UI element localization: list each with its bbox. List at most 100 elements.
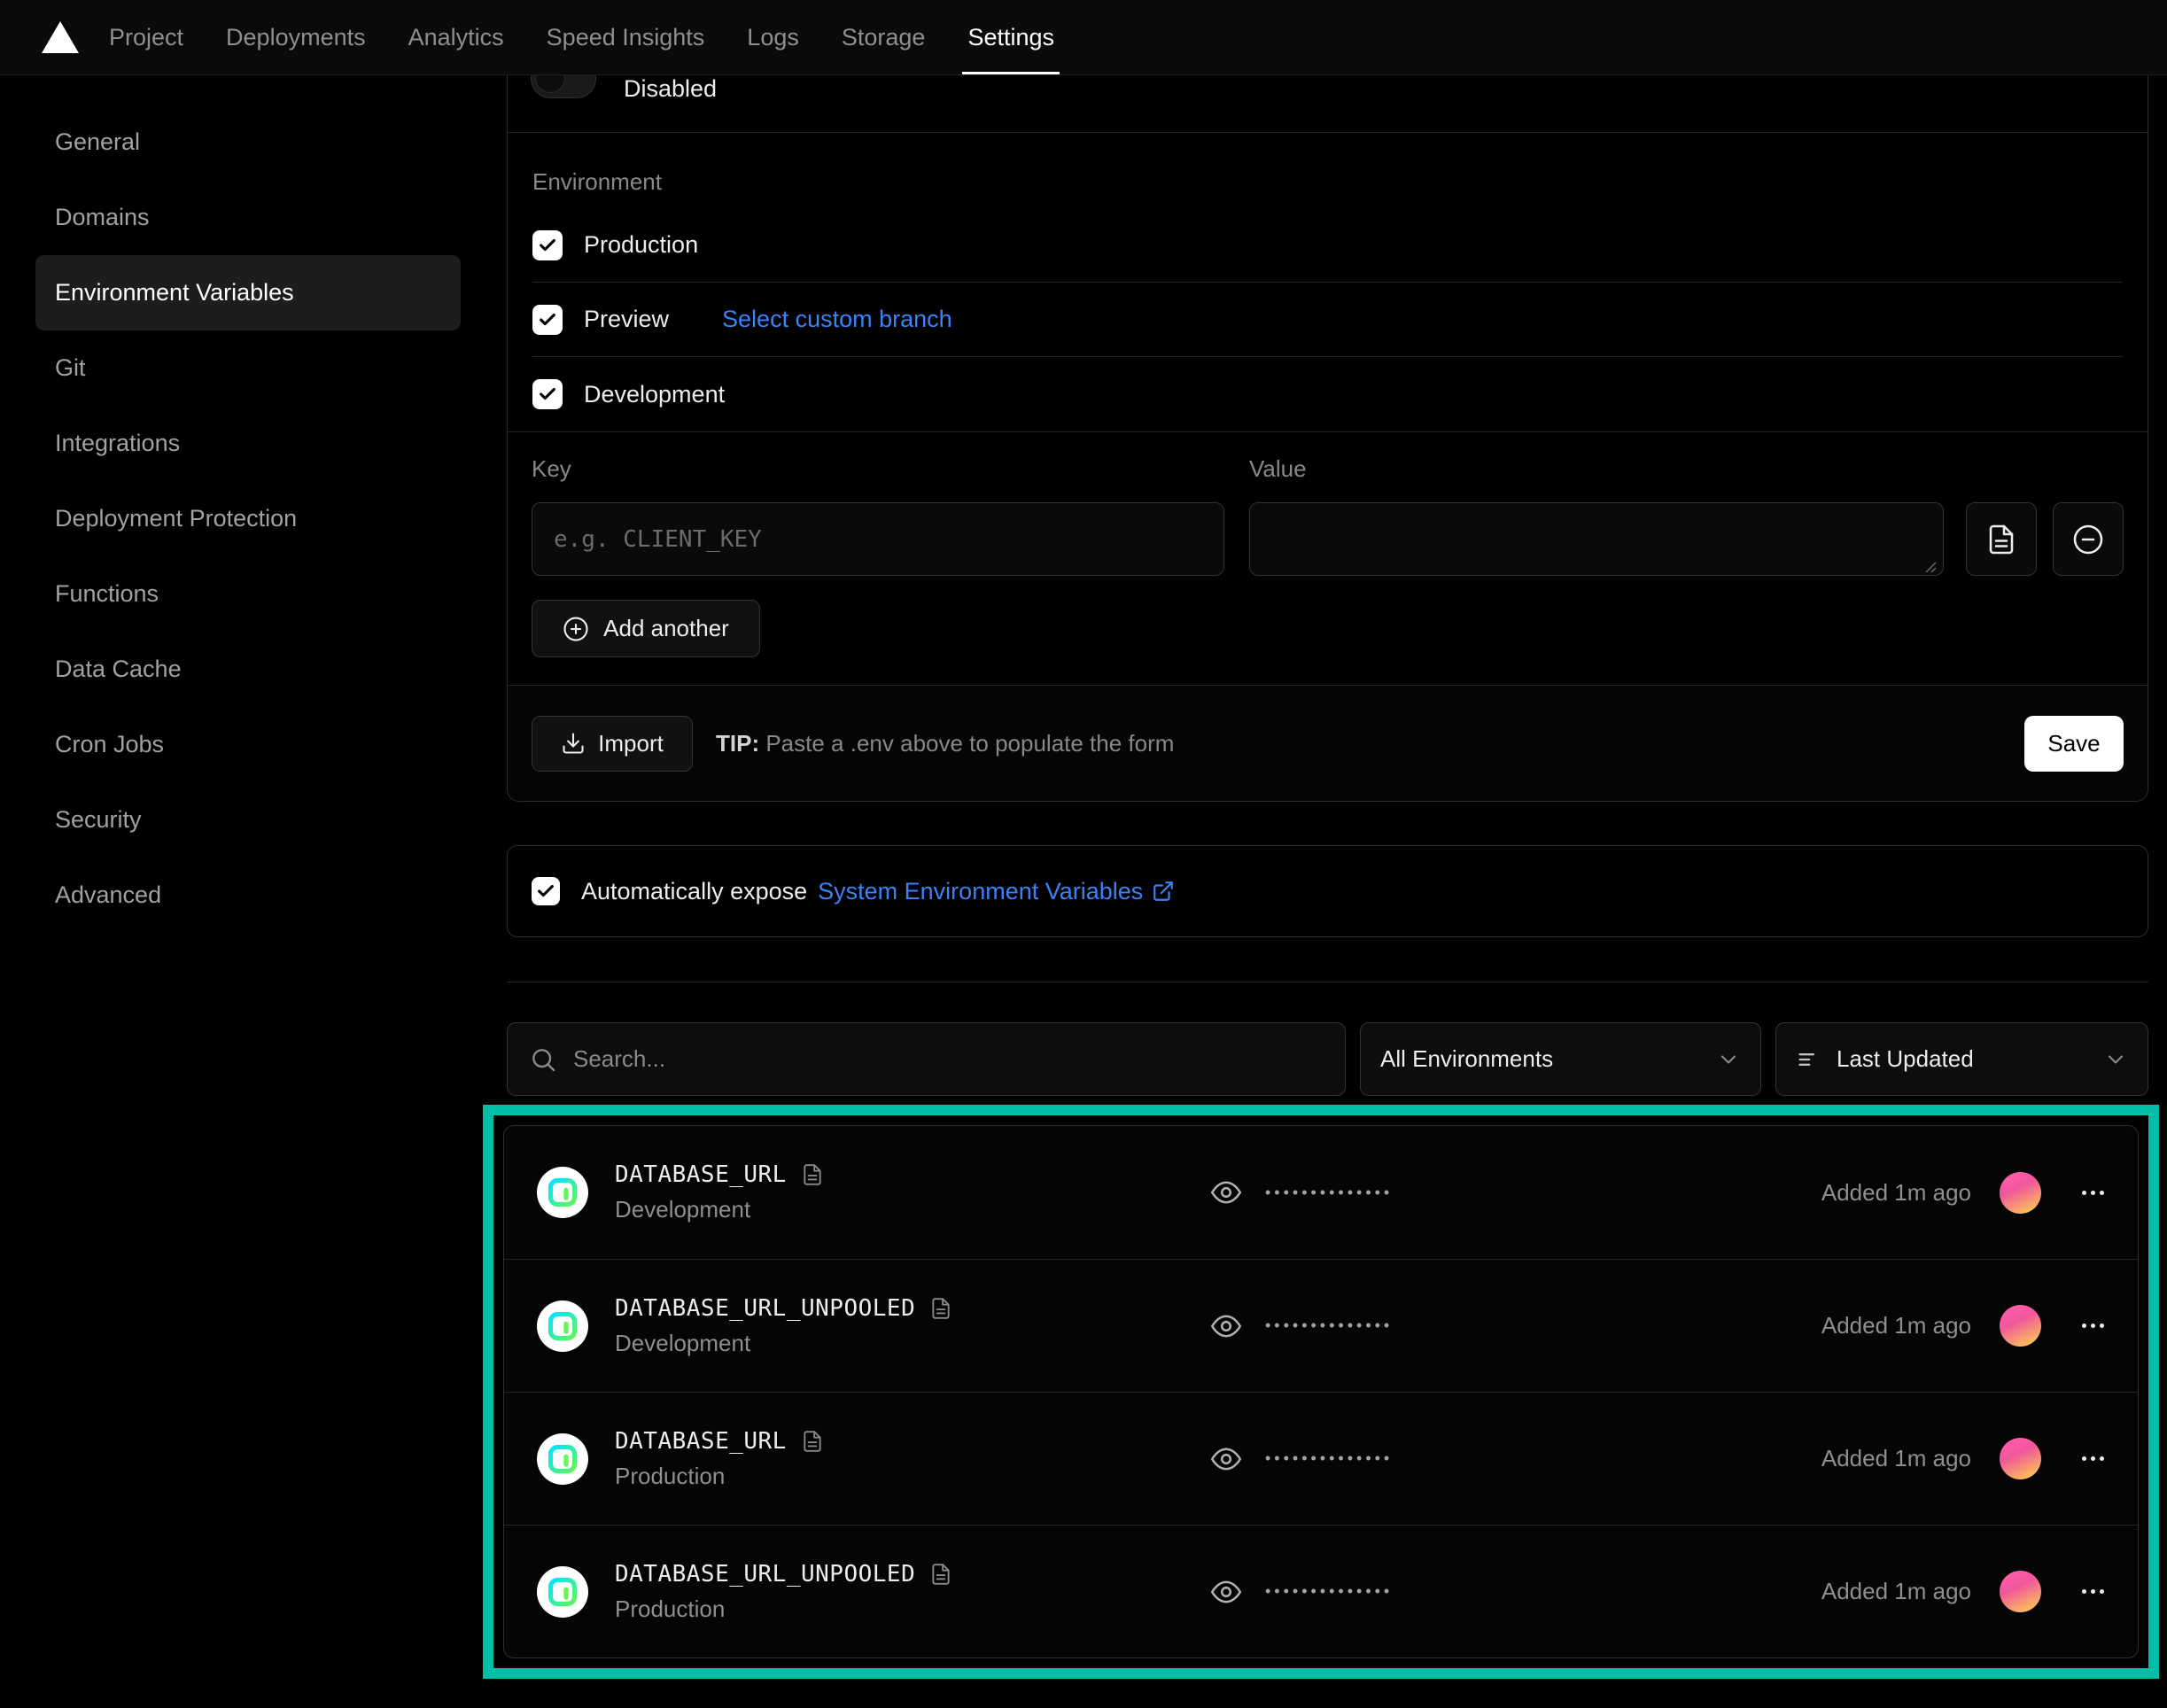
sidebar-item-data-cache[interactable]: Data Cache	[35, 632, 461, 707]
env-var-name: DATABASE_URL	[615, 1161, 787, 1188]
tip-body: Paste a .env above to populate the form	[765, 730, 1174, 757]
env-var-value-group: ••••••••••••••	[1210, 1176, 1393, 1208]
tab-project[interactable]: Project	[109, 0, 183, 74]
select-custom-branch-link[interactable]: Select custom branch	[722, 306, 952, 333]
env-var-environment: Production	[615, 1595, 952, 1623]
environment-section-label: Environment	[532, 168, 2123, 196]
sidebar-item-functions[interactable]: Functions	[35, 556, 461, 632]
check-icon	[538, 236, 557, 255]
search-box	[507, 1022, 1346, 1096]
resize-handle-icon[interactable]	[1925, 562, 1937, 573]
env-var-meta: Added 1m ago	[1821, 1305, 2106, 1347]
check-icon	[538, 310, 557, 330]
tab-deployments[interactable]: Deployments	[226, 0, 366, 74]
preview-checkbox[interactable]	[532, 305, 563, 335]
env-vars-list: DATABASE_URL Development ••••••••••••••	[503, 1125, 2139, 1658]
tab-analytics[interactable]: Analytics	[408, 0, 504, 74]
key-input[interactable]	[532, 502, 1224, 576]
env-var-identity: DATABASE_URL_UNPOOLED Development	[615, 1295, 952, 1357]
import-button[interactable]: Import	[532, 716, 693, 772]
vercel-logo-icon[interactable]	[42, 21, 79, 53]
highlight-annotation-frame: DATABASE_URL Development ••••••••••••••	[483, 1105, 2159, 1679]
eye-icon[interactable]	[1210, 1443, 1242, 1475]
value-input[interactable]	[1249, 502, 1944, 576]
env-var-meta: Added 1m ago	[1821, 1438, 2106, 1479]
environment-filter-dropdown[interactable]: All Environments	[1360, 1022, 1761, 1096]
expose-label: Automatically expose	[581, 878, 807, 905]
row-menu-button[interactable]	[2080, 1448, 2106, 1470]
added-timestamp: Added 1m ago	[1821, 1312, 1971, 1339]
env-var-identity: DATABASE_URL Production	[615, 1428, 824, 1490]
sidebar-item-advanced[interactable]: Advanced	[35, 858, 461, 933]
note-icon[interactable]	[801, 1163, 824, 1186]
expose-system-env-box: Automatically expose System Environment …	[507, 845, 2148, 937]
disabled-toggle[interactable]	[531, 75, 596, 98]
check-icon	[536, 881, 555, 901]
minus-circle-icon	[2072, 524, 2104, 555]
preview-row: Preview Select custom branch	[532, 283, 2123, 357]
eye-icon[interactable]	[1210, 1310, 1242, 1342]
row-menu-button[interactable]	[2080, 1315, 2106, 1337]
key-value-labels: Key Value	[532, 455, 2124, 483]
tip-label: TIP:	[716, 730, 759, 757]
tab-settings[interactable]: Settings	[967, 0, 1054, 74]
env-var-meta: Added 1m ago	[1821, 1571, 2106, 1612]
env-var-meta: Added 1m ago	[1821, 1172, 2106, 1214]
note-icon[interactable]	[801, 1430, 824, 1453]
user-avatar	[2000, 1438, 2041, 1479]
masked-value: ••••••••••••••	[1265, 1316, 1393, 1335]
sidebar-item-deployment-protection[interactable]: Deployment Protection	[35, 481, 461, 556]
neon-integration-icon	[537, 1300, 588, 1352]
env-var-environment: Production	[615, 1463, 824, 1490]
key-value-section: Key Value	[508, 432, 2148, 657]
search-input[interactable]	[573, 1045, 1324, 1073]
toggle-knob	[535, 75, 565, 93]
neon-integration-icon	[537, 1566, 588, 1618]
tab-storage[interactable]: Storage	[842, 0, 926, 74]
neon-integration-icon	[537, 1167, 588, 1218]
user-avatar	[2000, 1305, 2041, 1347]
sort-value: Last Updated	[1837, 1045, 1974, 1073]
add-another-button[interactable]: Add another	[532, 600, 760, 657]
production-checkbox[interactable]	[532, 230, 563, 260]
row-menu-button[interactable]	[2080, 1182, 2106, 1204]
paste-env-file-button[interactable]	[1966, 502, 2037, 576]
add-env-var-card: Disabled Environment Production	[507, 75, 2148, 802]
env-var-row: DATABASE_URL Production ••••••••••••••	[504, 1392, 2138, 1525]
row-menu-button[interactable]	[2080, 1580, 2106, 1603]
main-content: Disabled Environment Production	[507, 75, 2148, 1679]
save-button[interactable]: Save	[2024, 716, 2124, 772]
download-icon	[561, 731, 586, 756]
sidebar-item-general[interactable]: General	[35, 105, 461, 180]
sidebar-item-integrations[interactable]: Integrations	[35, 406, 461, 481]
development-checkbox[interactable]	[532, 379, 563, 409]
toggle-label: Disabled	[624, 75, 717, 103]
env-var-row: DATABASE_URL_UNPOOLED Development ••••••…	[504, 1259, 2138, 1392]
system-env-vars-link[interactable]: System Environment Variables	[818, 878, 1175, 905]
tab-speed-insights[interactable]: Speed Insights	[547, 0, 705, 74]
expose-checkbox[interactable]	[532, 877, 560, 905]
value-label: Value	[1249, 455, 1307, 483]
sidebar-item-domains[interactable]: Domains	[35, 180, 461, 255]
env-var-name: DATABASE_URL	[615, 1428, 787, 1455]
sidebar-item-security[interactable]: Security	[35, 782, 461, 858]
note-icon[interactable]	[929, 1297, 952, 1320]
development-row: Development	[532, 357, 2123, 431]
remove-row-button[interactable]	[2053, 502, 2124, 576]
filters-row: All Environments Last Updated	[507, 1022, 2148, 1096]
masked-value: ••••••••••••••	[1265, 1449, 1393, 1468]
development-label: Development	[584, 381, 725, 408]
environment-checkbox-rows: Production Preview Select custom branch	[532, 208, 2123, 431]
sidebar-item-git[interactable]: Git	[35, 330, 461, 406]
card-footer: Import TIP: Paste a .env above to popula…	[508, 685, 2148, 801]
eye-icon[interactable]	[1210, 1576, 1242, 1608]
key-value-inputs	[532, 502, 2124, 580]
env-var-identity: DATABASE_URL Development	[615, 1161, 824, 1223]
sidebar-item-cron-jobs[interactable]: Cron Jobs	[35, 707, 461, 782]
sidebar-item-environment-variables[interactable]: Environment Variables	[35, 255, 461, 330]
note-icon[interactable]	[929, 1563, 952, 1586]
tab-logs[interactable]: Logs	[747, 0, 799, 74]
eye-icon[interactable]	[1210, 1176, 1242, 1208]
sort-dropdown[interactable]: Last Updated	[1775, 1022, 2148, 1096]
added-timestamp: Added 1m ago	[1821, 1578, 1971, 1605]
